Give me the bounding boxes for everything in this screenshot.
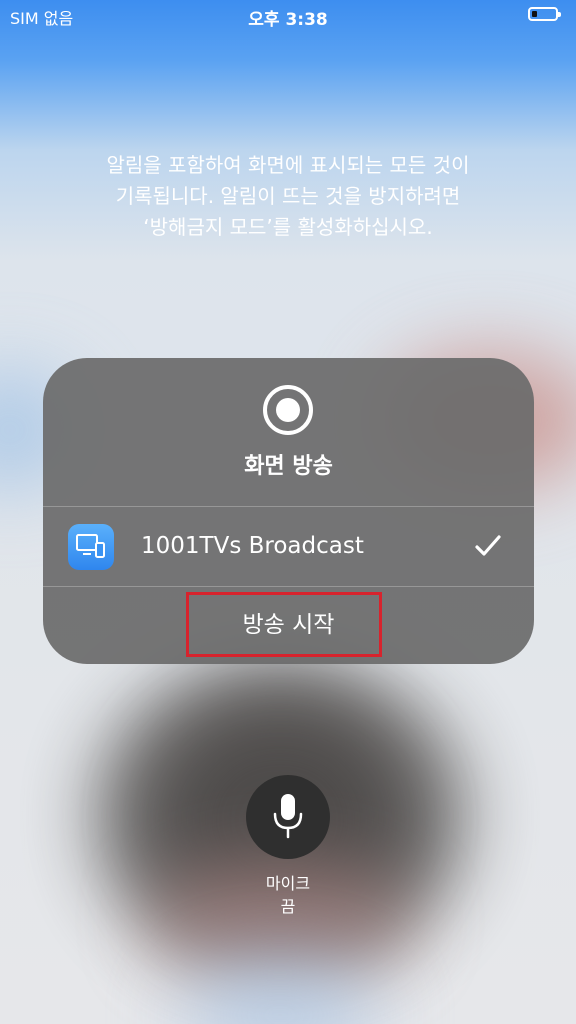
option-label: 1001TVs Broadcast bbox=[141, 533, 364, 559]
broadcast-option-1001tvs[interactable]: 1001TVs Broadcast bbox=[43, 507, 534, 586]
checkmark-icon bbox=[473, 533, 503, 563]
recording-notice: 알림을 포함하여 화면에 표시되는 모든 것이 기록됩니다. 알림이 뜨는 것을… bbox=[40, 150, 536, 243]
highlight-box bbox=[186, 592, 382, 657]
notice-line: ‘방해금지 모드’를 활성화하십시오. bbox=[143, 215, 433, 239]
panel-title: 화면 방송 bbox=[244, 454, 333, 479]
microphone-toggle-button[interactable] bbox=[246, 775, 330, 859]
microphone-status: 끔 bbox=[280, 897, 296, 916]
screen-mirror-app-icon bbox=[68, 524, 114, 570]
status-bar: SIM 없음 오후 3:38 bbox=[0, 0, 576, 32]
battery-icon bbox=[528, 7, 561, 21]
notice-line: 알림을 포함하여 화면에 표시되는 모든 것이 bbox=[106, 153, 470, 177]
microphone-label: 마이크 끔 bbox=[188, 872, 388, 918]
notice-line: 기록됩니다. 알림이 뜨는 것을 방지하려면 bbox=[115, 184, 461, 208]
record-icon bbox=[263, 385, 313, 435]
microphone-label-line: 마이크 bbox=[265, 874, 311, 893]
status-time: 오후 3:38 bbox=[248, 10, 328, 30]
microphone-icon bbox=[273, 794, 303, 839]
